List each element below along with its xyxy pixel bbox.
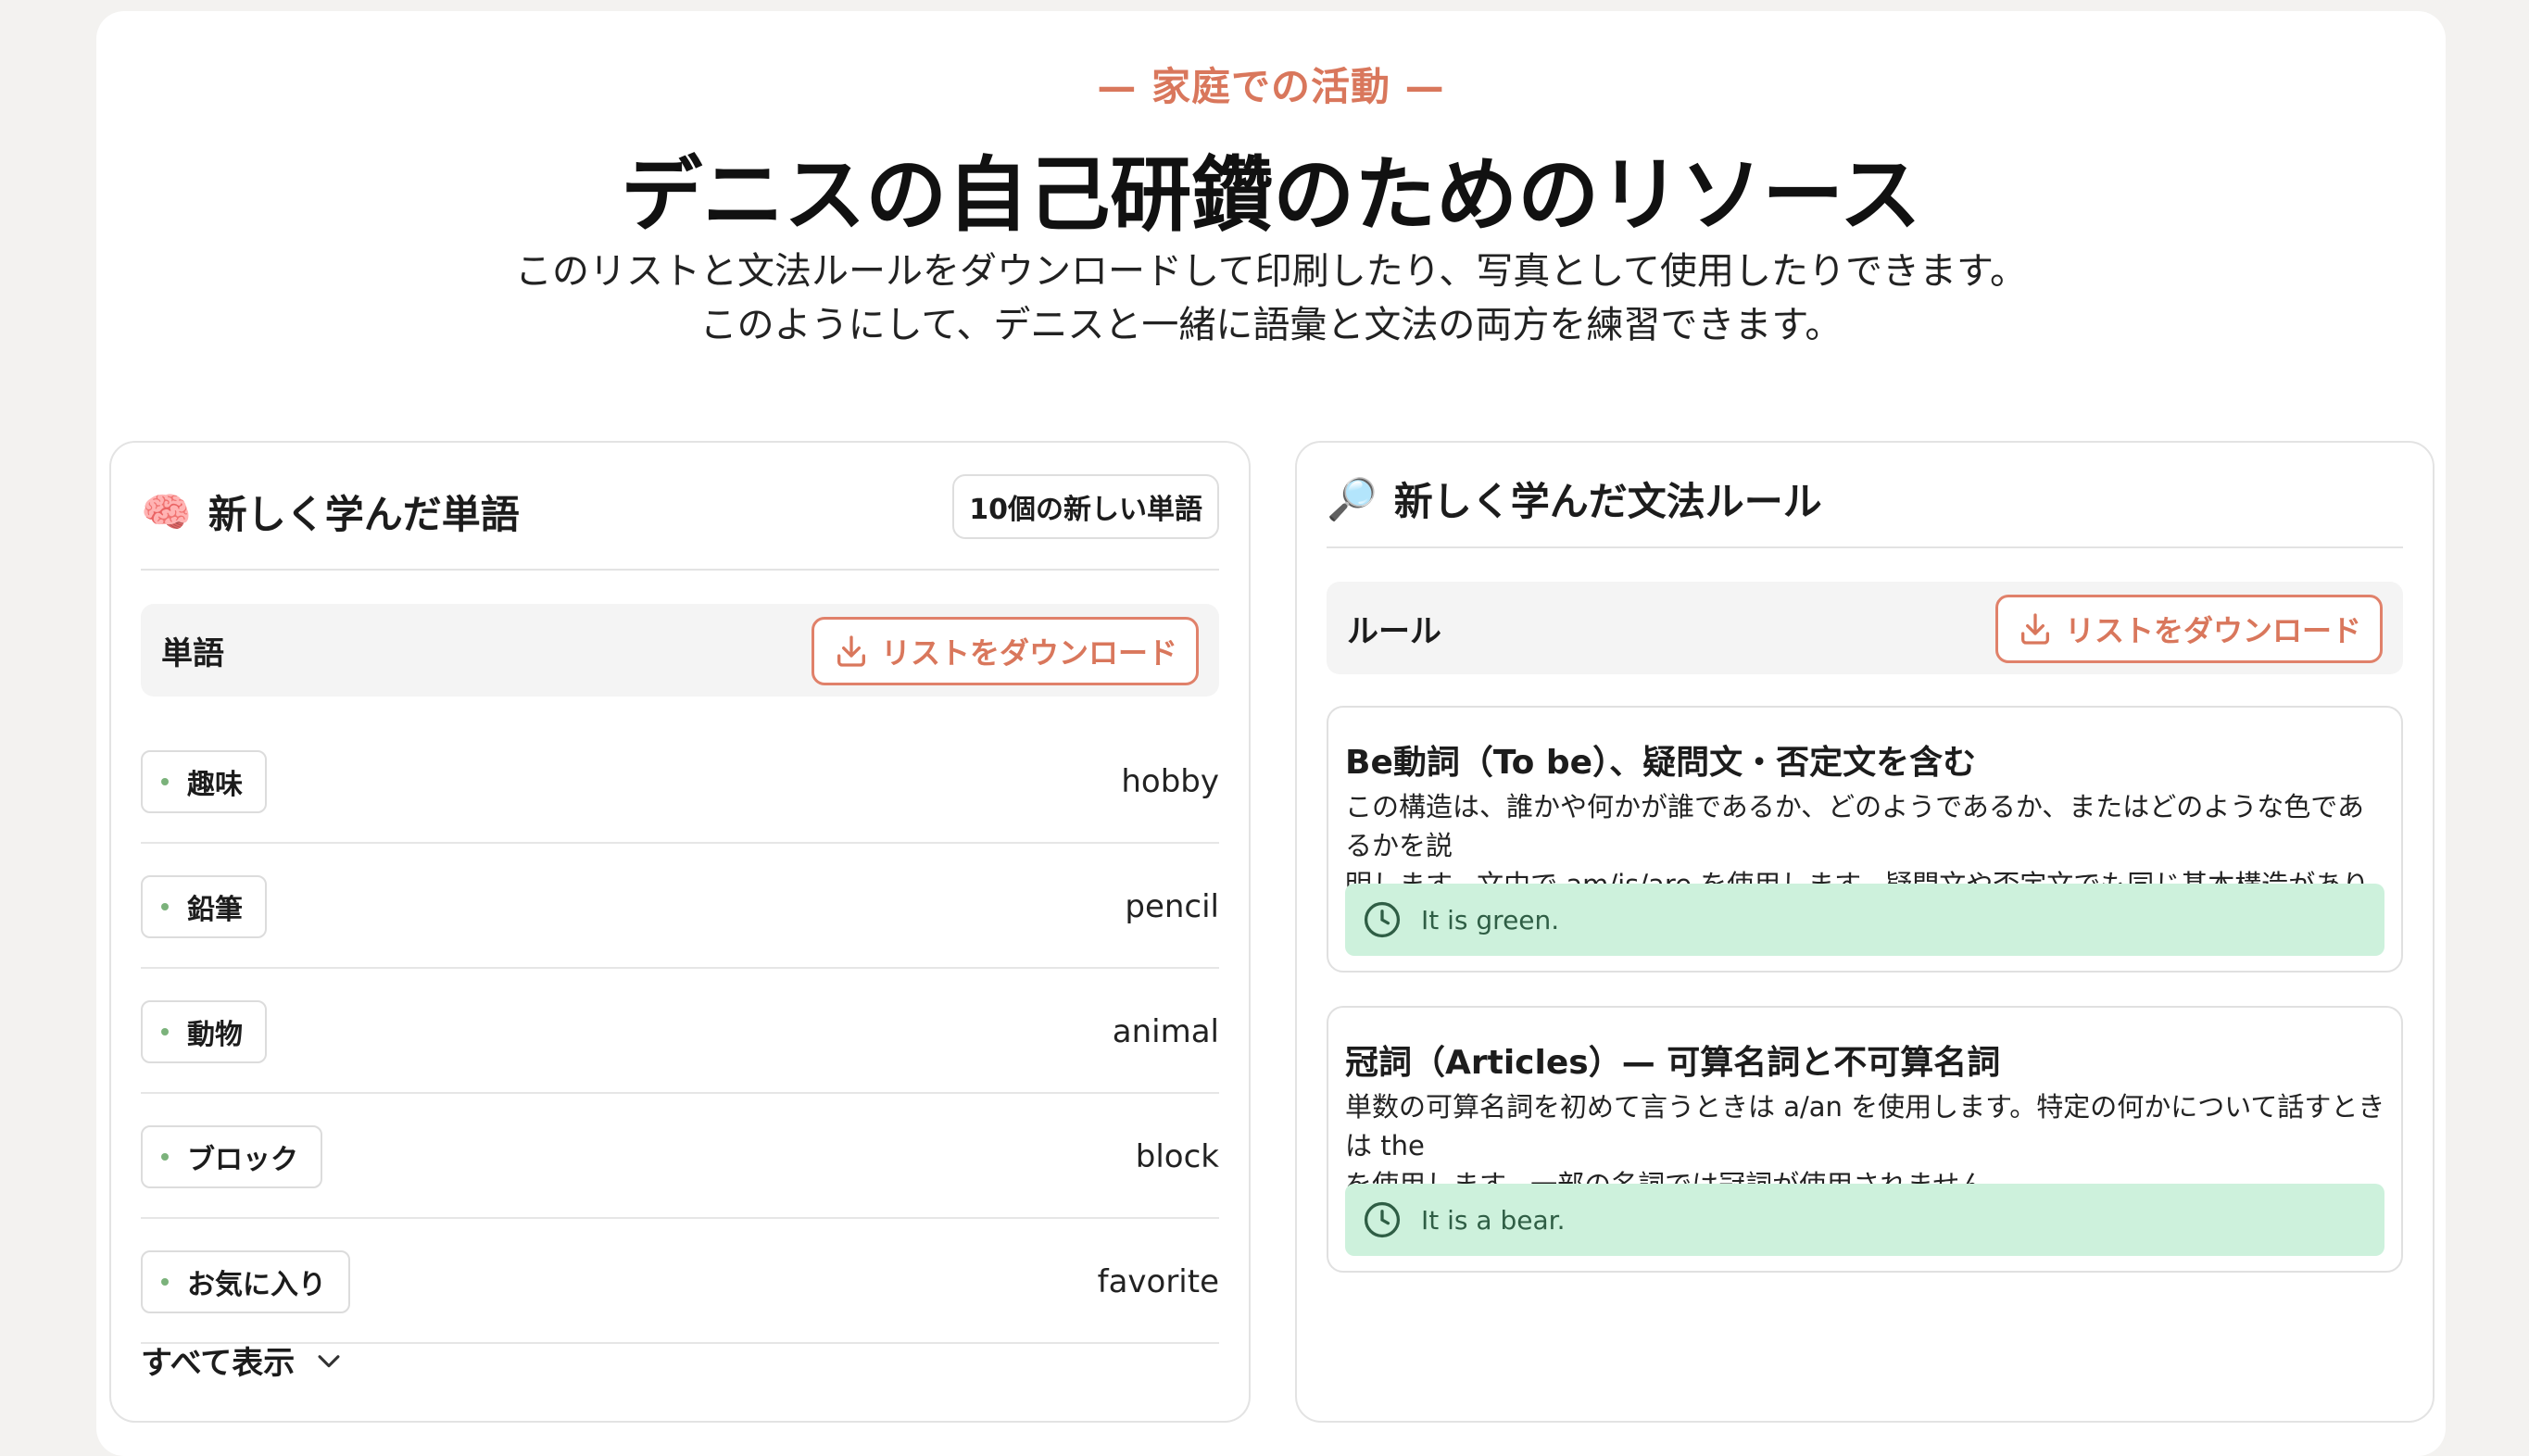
grammar-rule-card: Be動詞（To be）、疑問文・否定文を含む この構造は、誰かや何かが誰であるか… bbox=[1327, 706, 2403, 973]
example-text: It is green. bbox=[1421, 904, 1560, 935]
grammar-card: 🔎 新しく学んだ文法ルール ルール リストをダウンロード Be動詞（To be）… bbox=[1295, 441, 2435, 1423]
subtitle-line-2: このようにして、デニスと一緒に語彙と文法の両方を練習できます。 bbox=[699, 304, 1843, 346]
word-translation: favorite bbox=[1097, 1263, 1219, 1300]
grammar-card-title: 新しく学んだ文法ルール bbox=[1393, 479, 1822, 524]
download-icon bbox=[837, 635, 865, 667]
page-title: デニスの自己研鑽のためのリソース bbox=[621, 147, 1921, 243]
word-chip: 動物 bbox=[141, 1000, 267, 1063]
word-translation: pencil bbox=[1125, 888, 1219, 925]
word-text: ブロック bbox=[187, 1144, 298, 1176]
word-text: 動物 bbox=[187, 1019, 243, 1051]
word-chip: お気に入り bbox=[141, 1250, 350, 1313]
rules-table-header: ルール リストをダウンロード bbox=[1327, 582, 2403, 674]
page-container: — 家庭での活動 — デニスの自己研鑽のためのリソース このリストと文法ルールを… bbox=[96, 11, 2446, 1456]
clock-icon bbox=[1364, 901, 1401, 938]
rule-example: It is green. bbox=[1345, 884, 2384, 956]
bullet-dot-icon bbox=[161, 1028, 169, 1036]
list-item[interactable]: 鉛筆 pencil bbox=[141, 844, 1219, 969]
words-card-header: 🧠 新しく学んだ単語 bbox=[141, 483, 520, 540]
rule-example: It is a bear. bbox=[1345, 1184, 2384, 1256]
words-column-label: 単語 bbox=[161, 634, 224, 672]
clock-icon bbox=[1364, 1201, 1401, 1238]
words-card: 🧠 新しく学んだ単語 10個の新しい単語 単語 リストをダウンロード 趣味 ho… bbox=[109, 441, 1251, 1423]
word-count-badge: 10個の新しい単語 bbox=[952, 474, 1219, 539]
show-all-button[interactable]: すべて表示 bbox=[141, 1337, 345, 1383]
list-item[interactable]: 動物 animal bbox=[141, 969, 1219, 1094]
magnifier-icon: 🔎 bbox=[1327, 475, 1378, 523]
list-item[interactable]: ブロック block bbox=[141, 1094, 1219, 1219]
download-icon bbox=[2020, 613, 2049, 645]
grammar-card-header: 🔎 新しく学んだ文法ルール bbox=[1327, 471, 1822, 527]
bullet-dot-icon bbox=[161, 1278, 169, 1286]
bullet-dot-icon bbox=[161, 1153, 169, 1161]
brain-icon: 🧠 bbox=[141, 488, 192, 536]
show-all-label: すべて表示 bbox=[141, 1345, 296, 1382]
list-item[interactable]: 趣味 hobby bbox=[141, 719, 1219, 844]
word-translation: animal bbox=[1112, 1013, 1219, 1050]
download-words-label: リストをダウンロード bbox=[880, 635, 1177, 671]
divider bbox=[141, 569, 1219, 571]
word-translation: block bbox=[1135, 1138, 1219, 1175]
section-eyebrow: — 家庭での活動 — bbox=[1097, 64, 1445, 109]
word-chip: 鉛筆 bbox=[141, 875, 267, 938]
divider bbox=[1327, 546, 2403, 548]
word-chip: 趣味 bbox=[141, 750, 267, 813]
page-subtitle: このリストと文法ルールをダウンロードして印刷したり、写真として使用したりできます… bbox=[96, 245, 2446, 352]
words-card-title: 新しく学んだ単語 bbox=[208, 492, 520, 537]
rules-column-label: ルール bbox=[1347, 612, 1441, 650]
grammar-rule-card: 冠詞（Articles）— 可算名詞と不可算名詞 単数の可算名詞を初めて言うとき… bbox=[1327, 1006, 2403, 1273]
subtitle-line-1: このリストと文法ルールをダウンロードして印刷したり、写真として使用したりできます… bbox=[515, 250, 2027, 293]
bullet-dot-icon bbox=[161, 903, 169, 910]
word-text: お気に入り bbox=[187, 1269, 326, 1301]
rule-description-line: この構造は、誰かや何かが誰であるか、どのようであるか、またはどのような色であるか… bbox=[1345, 791, 2364, 861]
download-rules-label: リストをダウンロード bbox=[2064, 613, 2361, 648]
rule-title: Be動詞（To be）、疑問文・否定文を含む bbox=[1345, 744, 1977, 782]
word-translation: hobby bbox=[1121, 763, 1219, 800]
rule-title: 冠詞（Articles）— 可算名詞と不可算名詞 bbox=[1345, 1044, 2001, 1082]
download-words-button[interactable]: リストをダウンロード bbox=[811, 617, 1199, 685]
word-chip: ブロック bbox=[141, 1125, 322, 1188]
example-text: It is a bear. bbox=[1421, 1204, 1566, 1236]
list-item[interactable]: お気に入り favorite bbox=[141, 1219, 1219, 1344]
chevron-down-icon bbox=[318, 1354, 340, 1367]
words-table-header: 単語 リストをダウンロード bbox=[141, 604, 1219, 697]
bullet-dot-icon bbox=[161, 778, 169, 785]
word-text: 鉛筆 bbox=[187, 894, 243, 926]
word-text: 趣味 bbox=[187, 769, 243, 801]
rule-description-line: 単数の可算名詞を初めて言うときは a/an を使用します。特定の何かについて話す… bbox=[1345, 1091, 2385, 1161]
download-rules-button[interactable]: リストをダウンロード bbox=[1994, 595, 2383, 663]
